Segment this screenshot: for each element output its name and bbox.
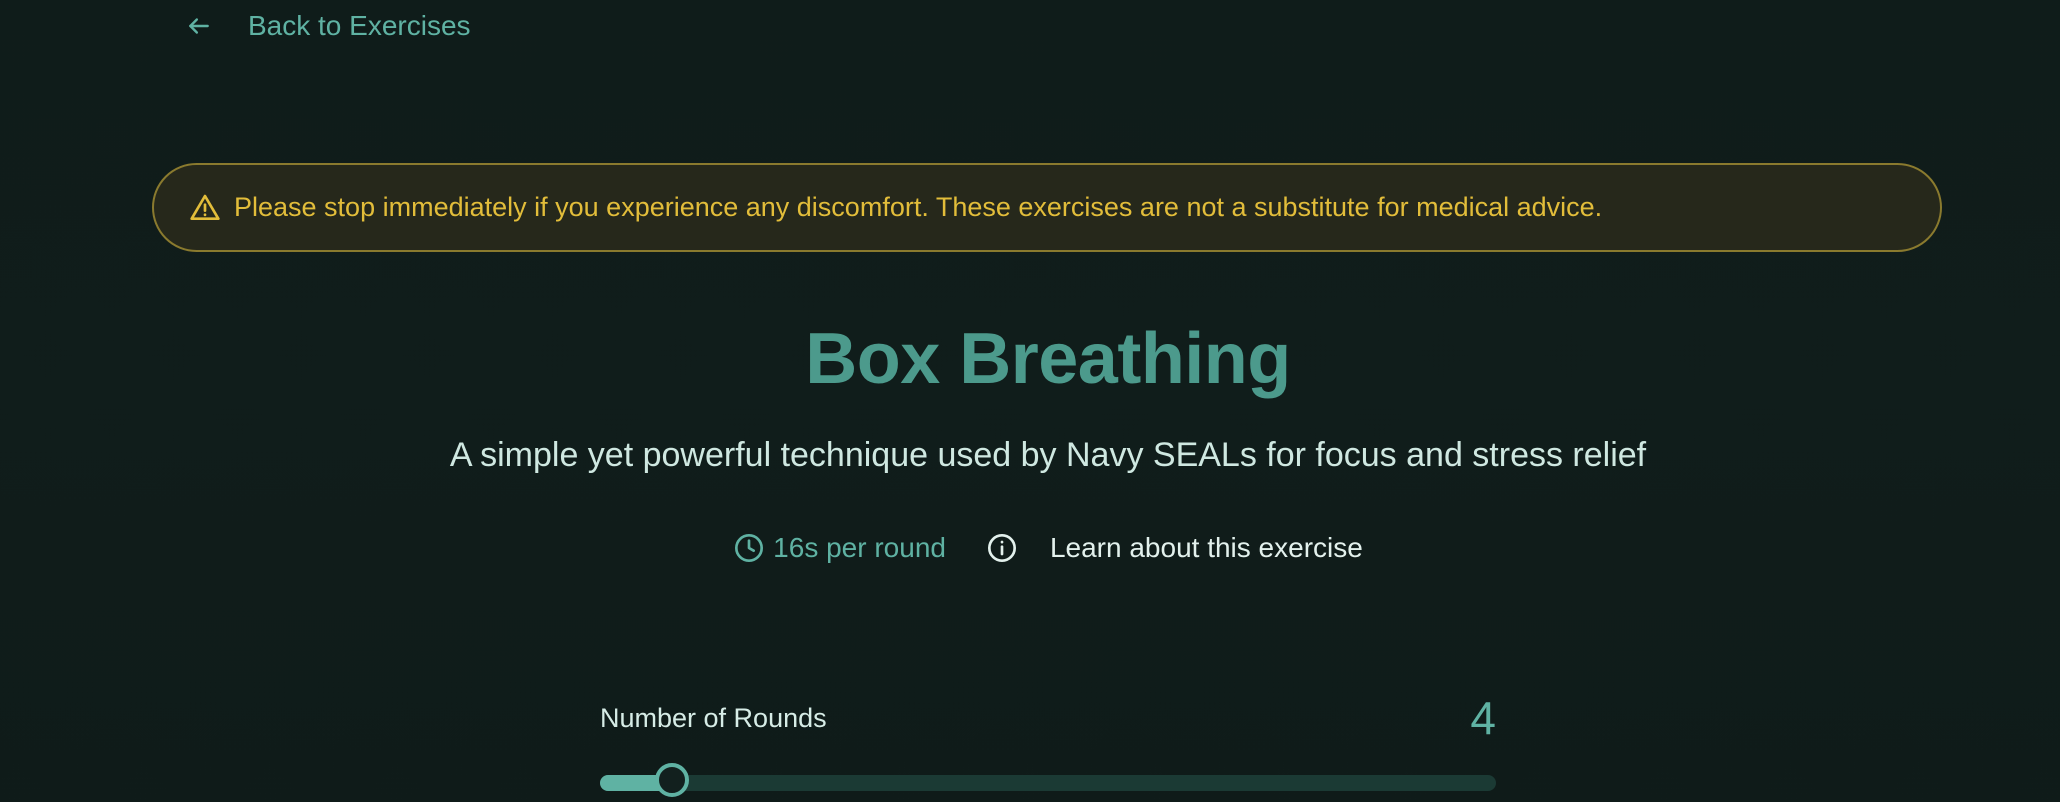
back-to-exercises-link[interactable]: Back to Exercises: [184, 6, 471, 46]
exercise-meta-row: 16s per round Learn about this exercise: [0, 532, 2060, 564]
exercise-description: A simple yet powerful technique used by …: [449, 436, 1647, 474]
duration-label: 16s per round: [773, 532, 946, 563]
rounds-slider[interactable]: [600, 763, 1496, 797]
learn-about-exercise-button[interactable]: Learn about this exercise: [986, 532, 1363, 564]
learn-label: Learn about this exercise: [1049, 532, 1363, 563]
rounds-slider-thumb[interactable]: [654, 763, 689, 797]
page-title: Box Breathing: [805, 319, 1291, 399]
back-link-label: Back to Exercises: [248, 10, 471, 41]
rounds-label: Number of Rounds: [600, 702, 827, 733]
clock-icon: [733, 532, 765, 564]
rounds-control: Number of Rounds 4: [600, 690, 1496, 797]
warning-text: Please stop immediately if you experienc…: [234, 192, 1603, 222]
info-icon: [986, 532, 1018, 564]
rounds-value: 4: [1470, 692, 1496, 744]
rounds-header: Number of Rounds 4: [600, 690, 1496, 746]
warning-triangle-icon: [188, 191, 222, 225]
safety-warning-banner: Please stop immediately if you experienc…: [152, 163, 1942, 252]
duration-info: 16s per round: [733, 532, 946, 564]
arrow-left-icon: [184, 11, 214, 41]
